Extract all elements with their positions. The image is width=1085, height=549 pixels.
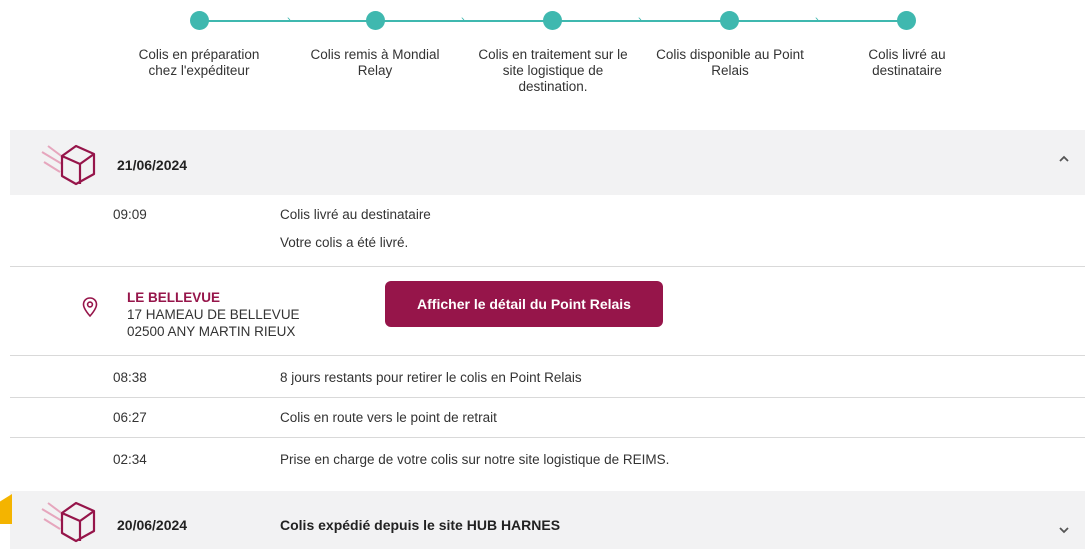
- feedback-tab[interactable]: [0, 494, 12, 524]
- step-dot: [366, 11, 385, 30]
- day-date: 21/06/2024: [117, 157, 188, 173]
- event-text: Prise en charge de votre colis sur notre…: [280, 452, 670, 467]
- step-dot: [190, 11, 209, 30]
- tracking-progress-stepper: › › › › Colis en préparation chez l'expé…: [0, 0, 1085, 130]
- chevron-right-icon: ›: [815, 14, 819, 26]
- day-title: Colis expédié depuis le site HUB HARNES: [280, 517, 561, 533]
- day-date: 20/06/2024: [117, 517, 188, 533]
- step-label: Colis en préparation chez l'expéditeur: [138, 47, 260, 78]
- relay-name: LE BELLEVUE: [127, 290, 221, 305]
- chevron-right-icon: ›: [461, 14, 465, 26]
- event-row: 06:27 Colis en route vers le point de re…: [10, 398, 1085, 438]
- event-text: 8 jours restants pour retirer le colis e…: [280, 370, 582, 385]
- day-section-header[interactable]: 21/06/2024: [10, 130, 1085, 195]
- event-row: 02:34 Prise en charge de votre colis sur…: [10, 438, 1085, 481]
- event-time: 06:27: [113, 410, 147, 425]
- relay-detail-button[interactable]: Afficher le détail du Point Relais: [385, 281, 663, 327]
- step-label: Colis remis à Mondial Relay: [310, 47, 440, 78]
- step-label: Colis en traitement sur le site logistiq…: [478, 47, 628, 94]
- event-time: 08:38: [113, 370, 147, 385]
- relay-address-line: 02500 ANY MARTIN RIEUX: [127, 324, 296, 339]
- event-time: 09:09: [113, 207, 147, 222]
- step-dot: [897, 11, 916, 30]
- chevron-right-icon: ›: [638, 14, 642, 26]
- day-section-header[interactable]: 20/06/2024 Colis expédié depuis le site …: [10, 491, 1085, 549]
- chevron-right-icon: ›: [287, 14, 291, 26]
- location-pin-icon: [82, 297, 98, 317]
- step-dot: [543, 11, 562, 30]
- relay-address-line: 17 HAMEAU DE BELLEVUE: [127, 307, 300, 322]
- event-detail: Votre colis a été livré.: [280, 235, 409, 250]
- chevron-up-icon[interactable]: [1057, 152, 1071, 166]
- package-icon: [41, 144, 96, 186]
- step-label: Colis disponible au Point Relais: [656, 47, 804, 78]
- event-row: 08:38 8 jours restants pour retirer le c…: [10, 356, 1085, 398]
- event-text: Colis en route vers le point de retrait: [280, 410, 497, 425]
- step-dot: [720, 11, 739, 30]
- package-icon: [41, 501, 96, 543]
- event-time: 02:34: [113, 452, 147, 467]
- chevron-down-icon[interactable]: [1057, 523, 1071, 537]
- event-text: Colis livré au destinataire: [280, 207, 431, 222]
- step-label: Colis livré au destinataire: [868, 47, 946, 78]
- relay-point-block: LE BELLEVUE 17 HAMEAU DE BELLEVUE 02500 …: [10, 266, 1085, 356]
- event-row: 09:09 Colis livré au destinataire Votre …: [10, 195, 1085, 266]
